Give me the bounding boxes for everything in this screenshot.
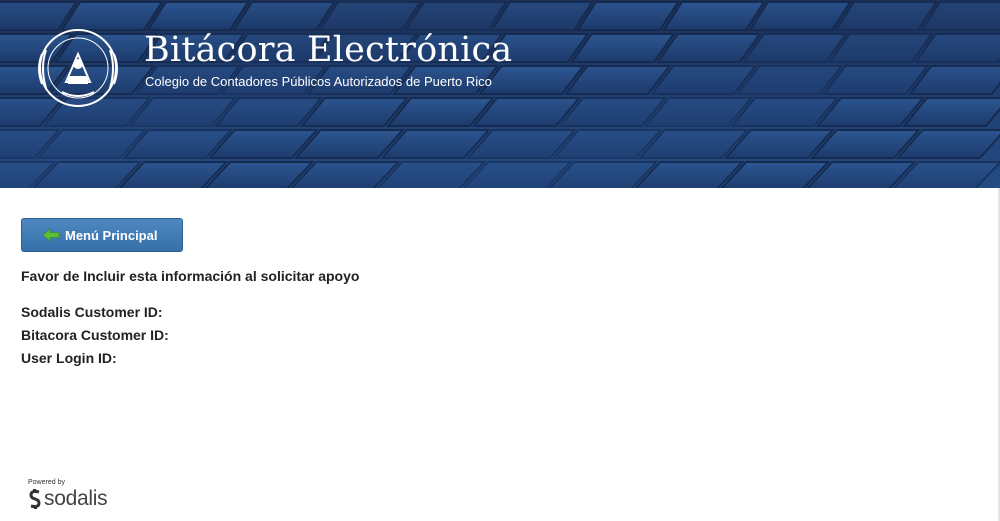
user-login-id-label: User Login ID: — [21, 350, 117, 366]
solar-panel-background — [0, 1, 1000, 188]
left-arrow-icon — [42, 228, 60, 242]
powered-by-sodalis: Powered by sodalis — [28, 479, 108, 511]
header-banner: Bitácora Electrónica Colegio de Contador… — [0, 0, 1000, 188]
app-subtitle: Colegio de Contadores Públicos Autorizad… — [145, 74, 492, 89]
app-title: Bitácora Electrónica — [144, 30, 513, 70]
main-menu-button[interactable]: Menú Principal — [21, 218, 183, 252]
main-menu-button-label: Menú Principal — [65, 227, 158, 243]
college-seal-logo — [38, 29, 118, 107]
bitacora-customer-id-label: Bitacora Customer ID: — [21, 327, 169, 343]
support-heading: Favor de Incluir esta información al sol… — [21, 268, 360, 284]
sodalis-customer-id-label: Sodalis Customer ID: — [21, 304, 163, 320]
sodalis-logo-icon — [29, 489, 41, 509]
sodalis-wordmark: sodalis — [44, 487, 108, 510]
powered-by-label: Powered by — [28, 479, 65, 486]
